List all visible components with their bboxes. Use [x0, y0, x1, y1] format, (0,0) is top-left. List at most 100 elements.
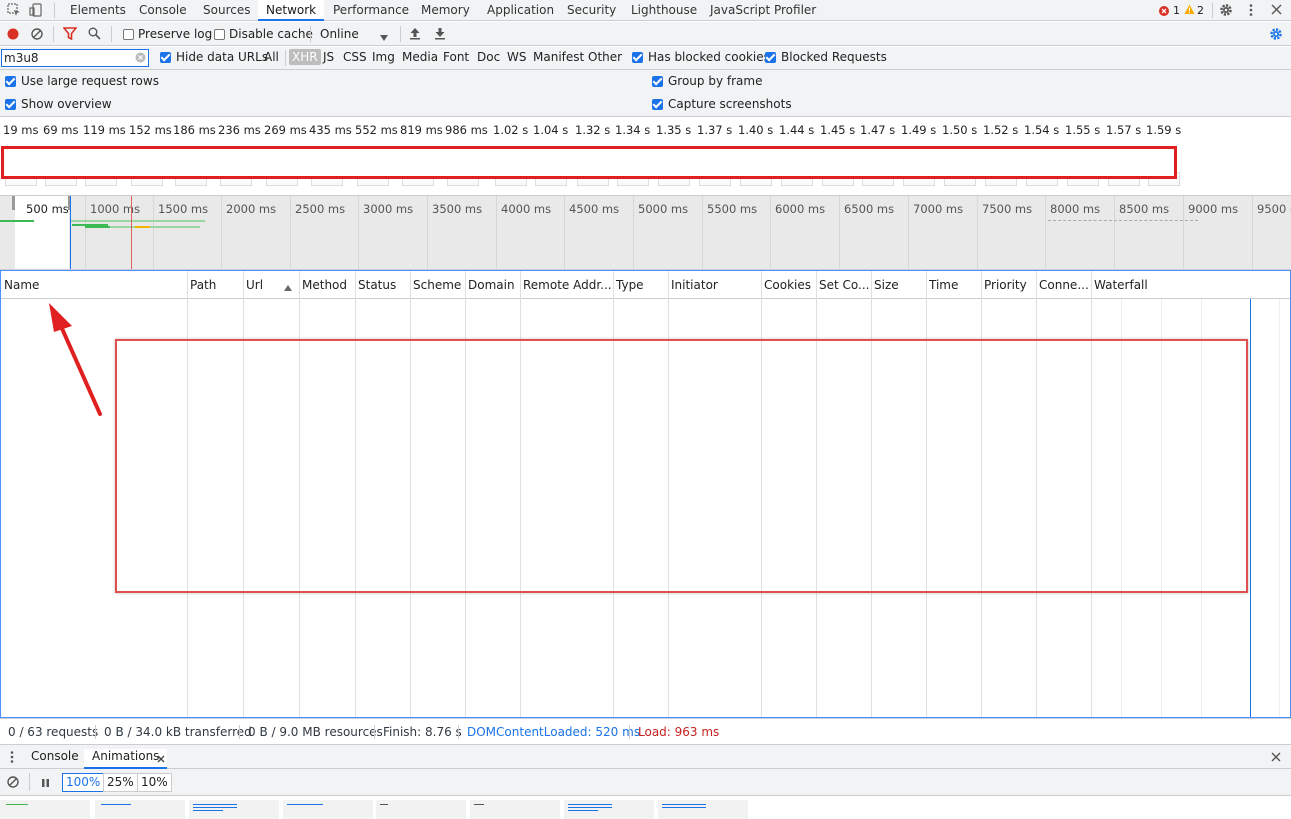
filter-type-manifest[interactable]: Manifest [533, 50, 584, 64]
tab-elements[interactable]: Elements [70, 0, 126, 21]
animation-group-preview[interactable] [470, 800, 560, 819]
disable-cache-checkbox[interactable] [214, 29, 225, 40]
column-header-method[interactable]: Method [299, 271, 355, 299]
filter-type-css[interactable]: CSS [343, 50, 367, 64]
domcontentloaded-time: DOMContentLoaded: 520 ms [467, 725, 641, 739]
tab-sources[interactable]: Sources [203, 0, 250, 21]
filter-type-img[interactable]: Img [372, 50, 395, 64]
overview-gridline [427, 196, 428, 269]
tab-lighthouse[interactable]: Lighthouse [631, 0, 697, 21]
load-marker [131, 196, 132, 269]
device-toolbar-icon[interactable] [29, 3, 43, 17]
record-icon[interactable] [7, 28, 19, 40]
tab-application[interactable]: Application [487, 0, 554, 21]
filter-type-font[interactable]: Font [443, 50, 469, 64]
has-blocked-cookies-checkbox[interactable] [632, 52, 643, 63]
speed-25[interactable]: 25% [103, 773, 138, 792]
overview-left-handle[interactable] [12, 196, 15, 210]
close-drawer-icon[interactable] [1271, 751, 1281, 762]
more-options-icon[interactable] [1248, 3, 1254, 17]
animation-group-preview[interactable] [189, 800, 279, 819]
column-header-status[interactable]: Status [355, 271, 410, 299]
column-header-size[interactable]: Size [871, 271, 926, 299]
overview-tick-label: 6500 ms [844, 202, 895, 216]
overview-gridline [221, 196, 222, 269]
overview-gridline [702, 196, 703, 269]
animation-group-preview[interactable] [376, 800, 466, 819]
column-header-priority[interactable]: Priority [981, 271, 1036, 299]
group-by-frame-checkbox[interactable] [652, 76, 663, 87]
tab-memory[interactable]: Memory [421, 0, 470, 21]
column-header-conne[interactable]: Conne... [1036, 271, 1091, 299]
column-header-remote-addr[interactable]: Remote Addr... [520, 271, 613, 299]
preserve-log-checkbox[interactable] [123, 29, 134, 40]
filter-type-js[interactable]: JS [323, 50, 334, 64]
search-icon[interactable] [88, 27, 101, 40]
blocked-requests-checkbox[interactable] [765, 52, 776, 63]
column-header-name[interactable]: Name [1, 271, 187, 299]
filter-type-xhr[interactable]: XHR [289, 49, 321, 65]
clear-animations-icon[interactable] [7, 776, 19, 788]
filter-type-other[interactable]: Other [588, 50, 622, 64]
overview-tick-label: 5500 ms [707, 202, 758, 216]
speed-100[interactable]: 100% [62, 773, 105, 792]
column-header-initiator[interactable]: Initiator [668, 271, 761, 299]
capture-screenshots-checkbox[interactable] [652, 99, 663, 110]
gear-icon[interactable] [1219, 3, 1233, 17]
filmstrip-time: 69 ms [43, 123, 79, 137]
hide-data-urls-checkbox[interactable] [160, 52, 171, 63]
animation-group-preview[interactable] [658, 800, 748, 819]
filter-icon[interactable] [62, 27, 78, 41]
throttling-select[interactable]: Online [320, 27, 359, 41]
filter-input[interactable] [2, 50, 130, 66]
clear-icon[interactable] [31, 28, 43, 40]
inspect-element-icon[interactable] [7, 3, 21, 17]
import-har-icon[interactable] [409, 27, 421, 40]
large-rows-checkbox[interactable] [5, 76, 16, 87]
show-overview-checkbox[interactable] [5, 99, 16, 110]
toolbar-separator [400, 26, 401, 42]
chevron-down-icon[interactable] [380, 30, 388, 41]
animation-group-preview[interactable] [0, 800, 90, 819]
sort-ascending-icon[interactable] [284, 280, 292, 291]
error-icon[interactable] [1159, 5, 1169, 16]
overview-gridline [1183, 196, 1184, 269]
network-overview[interactable]: 500 ms 1000 ms 1500 ms 2000 ms 2500 ms 3000 m… [0, 196, 1291, 270]
column-header-set-co[interactable]: Set Co... [816, 271, 871, 299]
column-header-cookies[interactable]: Cookies [761, 271, 816, 299]
close-icon[interactable] [1271, 4, 1282, 15]
hide-data-urls-label: Hide data URLs [176, 50, 269, 64]
warning-icon[interactable] [1184, 4, 1195, 15]
tab-console[interactable]: Console [139, 0, 187, 21]
clear-filter-icon[interactable] [135, 52, 146, 63]
finish-time: Finish: 8.76 s [383, 725, 462, 739]
preserve-log-label: Preserve log [138, 27, 213, 41]
column-header-path[interactable]: Path [187, 271, 243, 299]
column-header-waterfall[interactable]: Waterfall [1091, 271, 1290, 299]
tab-security[interactable]: Security [567, 0, 616, 21]
overview-tick-label: 500 ms [26, 202, 69, 216]
speed-10[interactable]: 10% [137, 773, 172, 792]
export-har-icon[interactable] [434, 27, 446, 40]
filter-type-doc[interactable]: Doc [477, 50, 500, 64]
column-header-time[interactable]: Time [926, 271, 981, 299]
column-header-domain[interactable]: Domain [465, 271, 520, 299]
drawer-menu-icon[interactable] [10, 750, 14, 764]
animation-group-preview[interactable] [564, 800, 654, 819]
drawer-tab-console[interactable]: Console [31, 749, 79, 763]
animation-group-preview[interactable] [95, 800, 185, 819]
filter-type-media[interactable]: Media [402, 50, 438, 64]
tab-performance[interactable]: Performance [333, 0, 409, 21]
animation-group-preview[interactable] [283, 800, 373, 819]
column-header-scheme[interactable]: Scheme [410, 271, 465, 299]
filter-type-ws[interactable]: WS [507, 50, 526, 64]
tab-javascript-profiler[interactable]: JavaScript Profiler [710, 0, 816, 21]
drawer-tab-animations[interactable]: Animations [84, 749, 168, 769]
close-tab-icon[interactable] [157, 752, 165, 763]
tab-network[interactable]: Network [258, 0, 325, 21]
column-header-type[interactable]: Type [613, 271, 668, 299]
pause-icon[interactable] [41, 777, 50, 787]
filter-type-all[interactable]: All [264, 50, 279, 64]
toolbar-separator [29, 773, 30, 791]
network-settings-gear-icon[interactable] [1269, 27, 1283, 41]
